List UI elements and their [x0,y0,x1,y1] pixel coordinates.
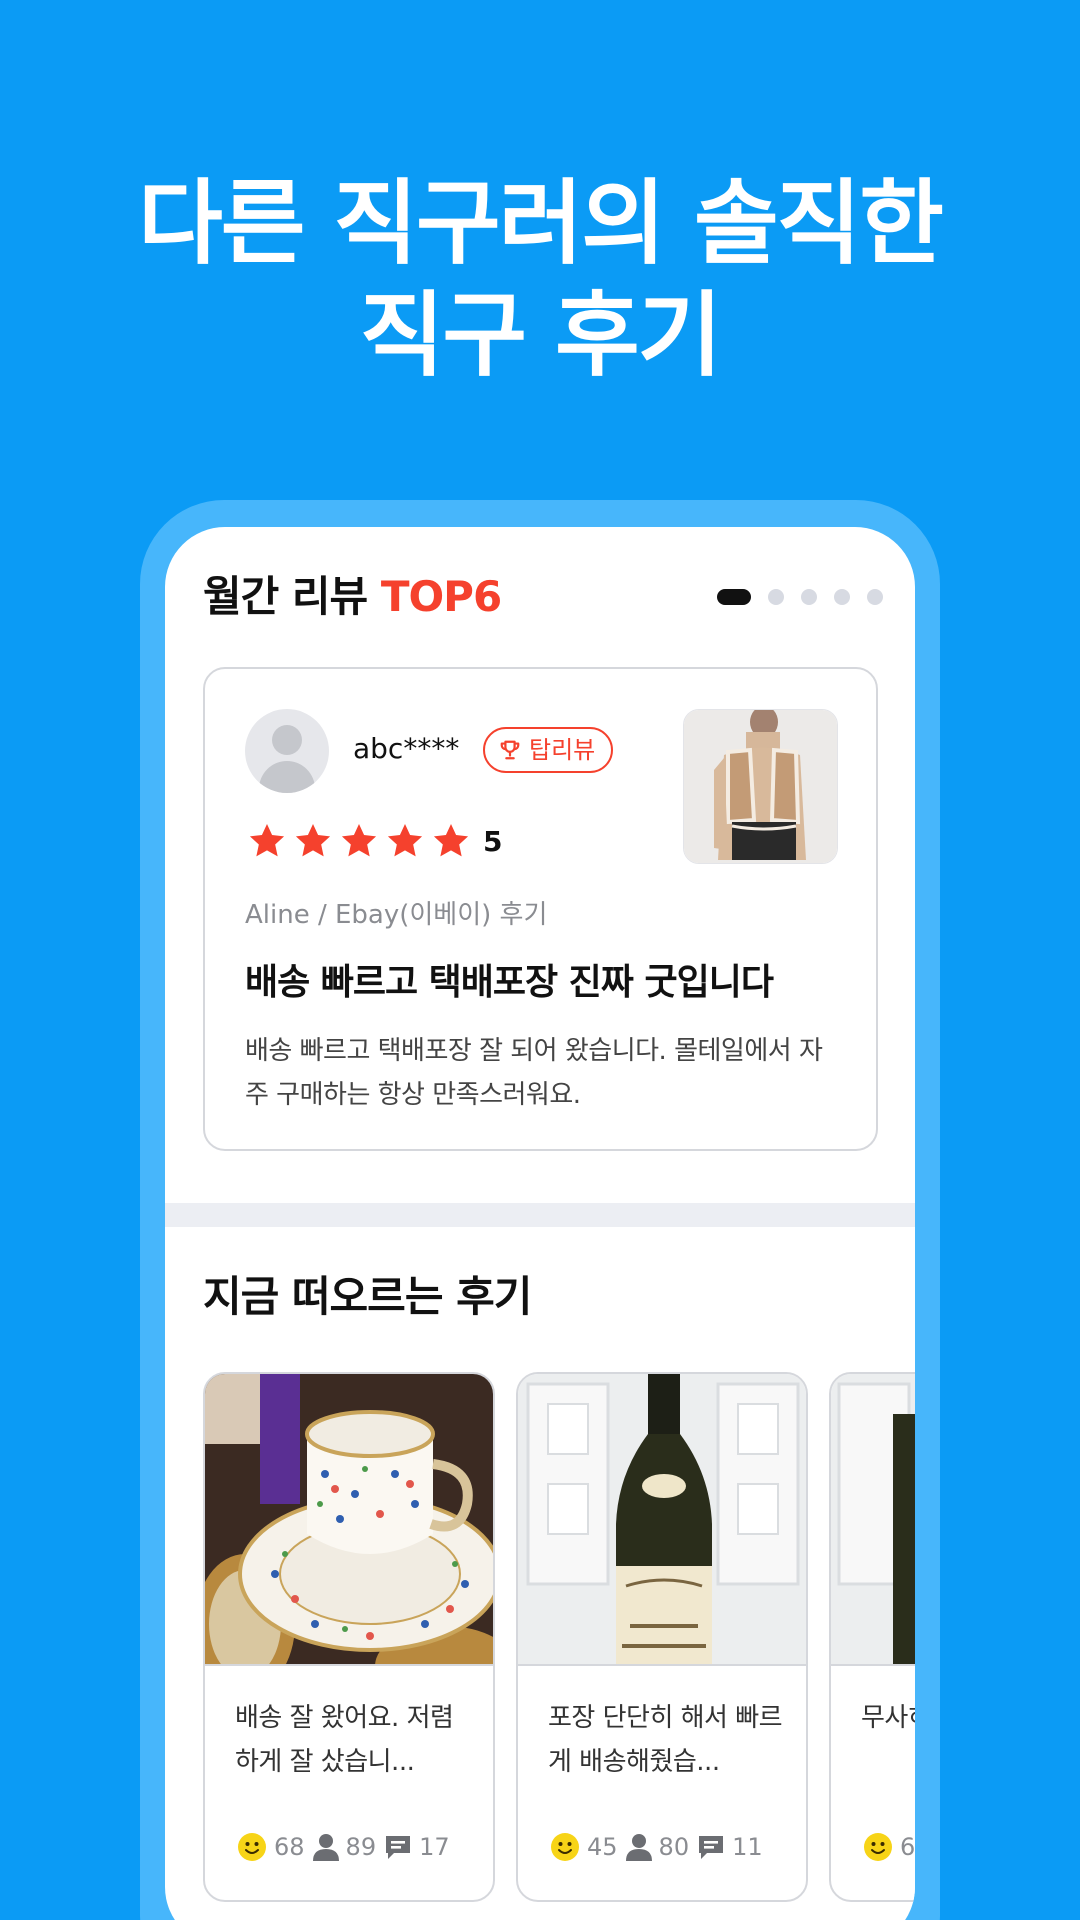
headline-line-1: 다른 직구러의 솔직한 [138,170,944,277]
section-divider [165,1203,915,1227]
title-accent: TOP6 [380,572,502,621]
pager-dot-1[interactable] [717,589,751,605]
comment-icon [386,1836,411,1859]
pager-dot-5[interactable] [867,589,883,605]
star-icon [341,824,377,857]
pager-dot-2[interactable] [768,589,784,605]
user-icon [625,1834,652,1861]
trending-card-stats: 68 89 17 [237,1832,458,1862]
top-review-badge: 탑리뷰 [483,727,614,773]
username: abc**** [353,732,460,765]
pager-dot-3[interactable] [801,589,817,605]
smile-icon [864,1833,892,1861]
trending-review-title: 지금 떠오르는 후기 [203,1272,532,1321]
trending-card-stats: 6 [863,1832,915,1862]
phone-screen: 월간 리뷰 TOP6 abc**** 탑리뷰 5 Aline / Ebay(이베… [165,527,915,1920]
trending-card-text: 포장 단단히 해서 빠르게 배송해줬습... [548,1703,783,1777]
trophy-icon [500,740,520,760]
top-review-card[interactable]: abc**** 탑리뷰 5 Aline / Ebay(이베이) 후기 배송 빠르… [203,667,878,1151]
star-icon [249,824,285,857]
pager-dot-4[interactable] [834,589,850,605]
headline-line-2: 직구 후기 [359,282,723,389]
review-title: 배송 빠르고 택배포장 진짜 굿입니다 [245,962,774,1003]
monthly-review-header: 월간 리뷰 TOP6 [203,567,883,627]
trending-card-stats: 45 80 11 [550,1832,771,1862]
review-body: 배송 빠르고 택배포장 잘 되어 왔습니다. 몰테일에서 자주 구매하는 항상 … [245,1036,823,1110]
badge-label: 탑리뷰 [529,736,596,764]
trending-card-text: 배송 잘 왔어요. 저렴하게 잘 샀습니... [235,1703,454,1777]
avatar [245,709,329,793]
monthly-review-title: 월간 리뷰 TOP6 [203,572,502,621]
wine-bottle-photo [518,1374,806,1666]
star-icon [295,824,331,857]
rating-value: 5 [483,824,503,858]
star-icon [433,824,469,857]
star-rating: 5 [247,821,502,861]
user-icon [312,1834,339,1861]
trending-card[interactable]: 배송 잘 왔어요. 저렴하게 잘 샀습니... 68 89 17 [203,1372,495,1902]
teacup-photo [205,1374,493,1666]
star-icon [387,824,423,857]
review-source: Aline / Ebay(이베이) 후기 [245,900,548,930]
comment-icon [699,1836,724,1859]
trending-card-text: 무사히 [861,1703,915,1733]
trending-card[interactable]: 무사히 6 [829,1372,915,1902]
box-photo [831,1374,915,1666]
product-thumbnail[interactable] [683,709,838,864]
trending-card[interactable]: 포장 단단히 해서 빠르게 배송해줬습... 45 80 11 [516,1372,808,1902]
smile-icon [551,1833,579,1861]
smile-icon [238,1833,266,1861]
headline: 다른 직구러의 솔직한 직구 후기 [0,168,1080,392]
pager-dots[interactable] [700,587,883,607]
